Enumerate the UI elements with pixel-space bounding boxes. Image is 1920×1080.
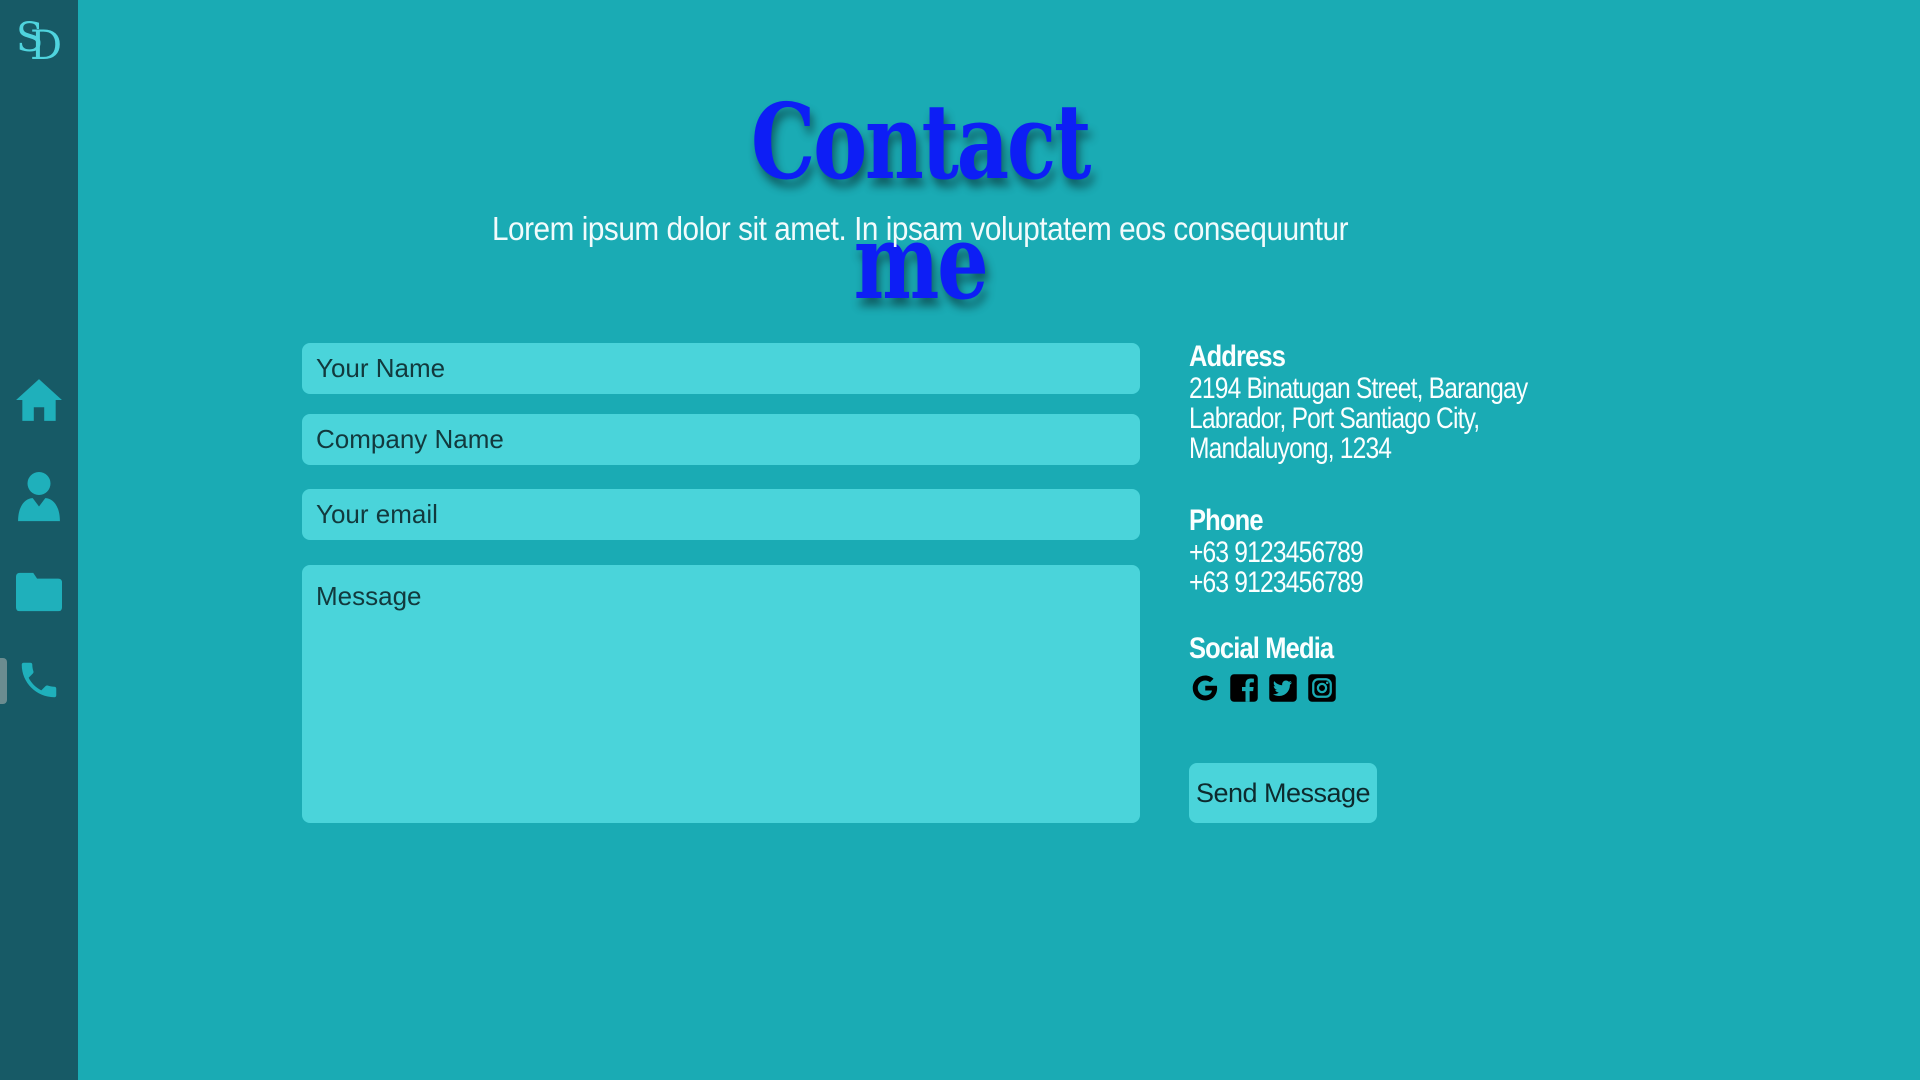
address-line: Labrador, Port Santiago City, (1189, 402, 1480, 435)
phone-heading: Phone (1189, 504, 1264, 537)
folder-icon (16, 572, 62, 612)
phone-section: Phone +63 9123456789 +63 9123456789 (1189, 504, 1401, 598)
email-input[interactable] (302, 489, 1140, 540)
logo-letter-d: D (30, 23, 63, 69)
sidebar-item-about[interactable] (0, 464, 78, 528)
address-line: 2194 Binatugan Street, Barangay (1189, 372, 1528, 405)
sidebar-item-projects[interactable] (0, 560, 78, 624)
instagram-icon[interactable] (1306, 672, 1337, 703)
facebook-icon[interactable] (1228, 672, 1259, 703)
address-line: Mandaluyong, 1234 (1189, 432, 1392, 465)
sidebar: S D (0, 0, 78, 1080)
address-section: Address 2194 Binatugan Street, Barangay … (1189, 340, 1602, 464)
page-subtitle: Lorem ipsum dolor sit amet. In ipsam vol… (491, 210, 1349, 247)
company-input[interactable] (302, 414, 1140, 465)
google-icon[interactable] (1189, 672, 1220, 703)
social-heading: Social Media (1189, 632, 1334, 665)
twitter-icon[interactable] (1267, 672, 1298, 703)
phone-icon (21, 662, 57, 698)
home-icon (16, 379, 62, 421)
sidebar-item-contact[interactable] (0, 648, 78, 712)
page-title: Contact me (750, 80, 1092, 323)
phone-number: +63 9123456789 (1189, 536, 1364, 569)
social-section: Social Media (1189, 632, 1359, 666)
logo[interactable]: S D (14, 12, 62, 69)
send-message-button[interactable]: Send Message (1189, 763, 1377, 823)
name-input[interactable] (302, 343, 1140, 394)
message-textarea[interactable] (302, 565, 1140, 823)
user-icon (18, 471, 60, 522)
social-icons (1189, 672, 1337, 703)
phone-number: +63 9123456789 (1189, 566, 1364, 599)
sidebar-item-home[interactable] (0, 368, 78, 432)
address-heading: Address (1189, 340, 1286, 373)
